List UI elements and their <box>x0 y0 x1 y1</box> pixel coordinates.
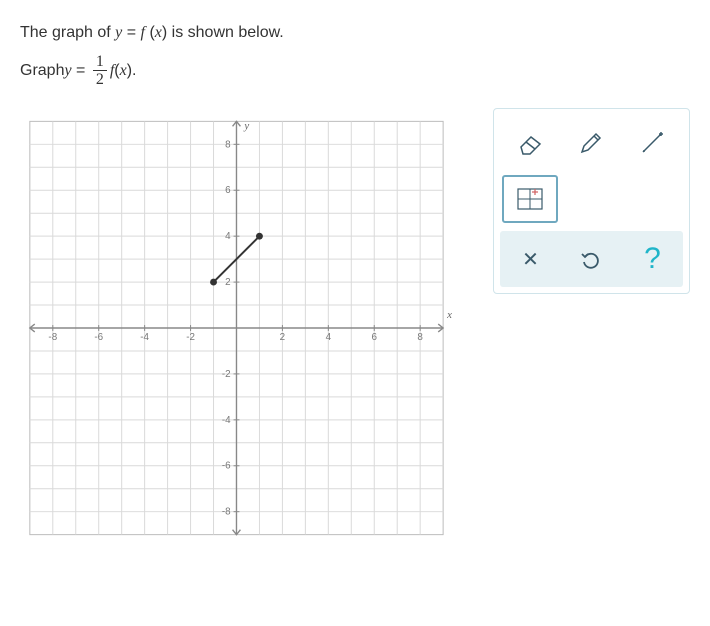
svg-text:4: 4 <box>225 231 231 242</box>
undo-icon <box>579 247 603 271</box>
q1-eq: = <box>127 24 141 41</box>
pencil-tool[interactable] <box>563 119 619 167</box>
q2-post: . <box>132 62 136 80</box>
grid-tool[interactable] <box>502 175 558 223</box>
svg-text:2: 2 <box>280 332 285 343</box>
graph-canvas[interactable]: x y -8 -6 -4 -2 2 4 6 8 -8 -6 -4 -2 2 4 6 8 <box>20 108 453 548</box>
y-axis-label: y <box>243 120 249 132</box>
svg-text:6: 6 <box>372 332 378 343</box>
coordinate-grid[interactable]: x y -8 -6 -4 -2 2 4 6 8 -8 -6 -4 -2 2 4 6 8 <box>20 108 453 548</box>
q2-pre: Graph <box>20 62 64 80</box>
clear-button[interactable]: ✕ <box>502 235 558 283</box>
grid-tool-icon <box>515 186 545 212</box>
svg-text:-4: -4 <box>140 332 149 343</box>
svg-text:8: 8 <box>225 139 231 150</box>
fraction-half: 1 2 <box>93 54 107 89</box>
line-tool[interactable] <box>624 119 680 167</box>
q1-post: is shown below. <box>172 24 284 41</box>
svg-text:6: 6 <box>225 185 231 196</box>
q1-paren2: ) <box>162 24 167 41</box>
pencil-icon <box>578 130 604 156</box>
close-icon: ✕ <box>522 247 539 272</box>
eraser-tool[interactable] <box>502 119 558 167</box>
line-tool-icon <box>638 129 666 157</box>
question-line-1: The graph of y = f (x) is shown below. <box>20 20 690 46</box>
q2-x: x <box>120 62 127 80</box>
tool-panel: ✕ ? <box>493 108 690 294</box>
svg-text:-8: -8 <box>48 332 57 343</box>
q1-pre: The graph of <box>20 24 115 41</box>
q1-x: x <box>155 24 162 41</box>
help-button[interactable]: ? <box>624 235 680 283</box>
svg-text:-2: -2 <box>186 332 195 343</box>
svg-text:2: 2 <box>225 277 230 288</box>
frac-num: 1 <box>93 54 107 71</box>
frac-den: 2 <box>93 71 107 89</box>
q1-f: f <box>141 24 145 41</box>
question-line-2: Graph y = 1 2 f (x). <box>20 54 690 89</box>
empty-slot-2 <box>624 175 680 223</box>
q1-y: y <box>115 24 122 41</box>
svg-text:-6: -6 <box>222 461 231 472</box>
svg-text:-6: -6 <box>94 332 103 343</box>
svg-text:-4: -4 <box>222 415 231 426</box>
svg-text:-2: -2 <box>222 369 231 380</box>
svg-text:8: 8 <box>417 332 423 343</box>
svg-text:4: 4 <box>326 332 332 343</box>
empty-slot-1 <box>563 175 619 223</box>
undo-button[interactable] <box>563 235 619 283</box>
q2-y: y <box>64 62 71 80</box>
help-icon: ? <box>644 242 661 276</box>
x-axis-label: x <box>446 309 452 321</box>
svg-text:-8: -8 <box>222 507 231 518</box>
q2-eq: = <box>72 62 90 80</box>
eraser-icon <box>515 131 545 155</box>
